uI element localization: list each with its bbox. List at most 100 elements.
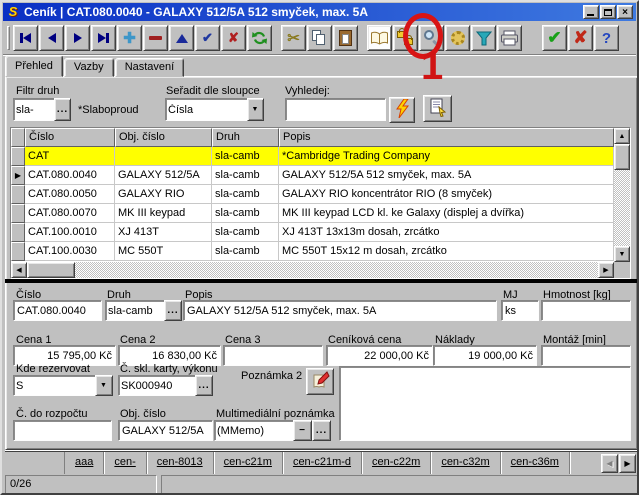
grid-cell[interactable]: MK III keypad LCD kl. ke Galaxy (displej… [279,204,614,223]
horizontal-scroll-thumb[interactable] [27,262,75,278]
edit-record-button[interactable] [169,25,194,51]
confirm-button[interactable]: ✔ [542,25,567,51]
sheet-tab-cen-8013[interactable]: cen-8013 [147,452,214,474]
delete-record-button[interactable] [143,25,168,51]
search-input[interactable] [285,98,386,121]
filtr-druh-ellipsis-button[interactable]: ... [54,98,71,121]
druh-ellipsis-button[interactable]: ... [164,300,182,321]
grid-cell[interactable]: CAT [25,147,115,166]
grid-cell[interactable]: sla-camb [212,166,279,185]
grid-cell[interactable]: GALAXY 512/5A [115,166,212,185]
search-options-button[interactable] [423,95,452,122]
grid-cell[interactable]: sla-camb [212,147,279,166]
grid-cell[interactable]: sla-camb [212,185,279,204]
grid-cell[interactable]: GALAXY 512/5A 512 smyček, max. 5A [279,166,614,185]
sheet-scroll-left-button[interactable]: ◀ [601,454,618,473]
sort-field[interactable] [165,98,247,121]
druh-field[interactable] [105,300,164,321]
grid-cell[interactable]: XJ 413T 13x13m dosah, zrcátko [279,223,614,242]
cena3-field[interactable] [223,345,323,366]
grid-cell[interactable]: sla-camb [212,223,279,242]
filter-button[interactable] [471,25,496,51]
row-selector[interactable] [11,204,25,223]
last-record-button[interactable] [91,25,116,51]
montaz-field[interactable] [541,345,631,366]
grid-cell[interactable]: CAT.100.0030 [25,242,115,261]
hmotnost-field[interactable] [541,300,631,321]
splitter[interactable] [5,279,638,283]
sheet-tab-cen-c36m[interactable]: cen-c36m [501,452,570,474]
table-row[interactable]: CAT sla-camb*Cambridge Trading Company [11,147,614,166]
cancel-edit-button[interactable]: ✘ [221,25,246,51]
skl-karta-field[interactable] [118,375,195,396]
first-record-button[interactable] [13,25,38,51]
row-selector[interactable]: ▶ [11,166,25,185]
mj-field[interactable] [501,300,539,321]
skl-karta-ellipsis-button[interactable]: ... [195,375,213,396]
obj-cislo-field[interactable] [118,420,213,441]
cislo-field[interactable] [13,300,102,321]
close-window-button[interactable]: × [617,5,633,19]
kde-rezervovat-dropdown-button[interactable]: ▼ [95,375,113,396]
table-row[interactable]: ▶CAT.080.0040GALAXY 512/5Asla-cambGALAXY… [11,166,614,185]
vertical-scrollbar[interactable]: ▲ ▼ [614,128,630,262]
column-header[interactable]: Popis [279,128,614,147]
grid-cell[interactable]: MC 550T 15x12 m dosah, zrcátko [279,242,614,261]
grid-cell[interactable]: CAT.080.0070 [25,204,115,223]
naklady-field[interactable] [433,345,537,366]
insert-record-button[interactable]: ✚ [117,25,142,51]
tab-nastaveni[interactable]: Nastavení [115,58,185,77]
mmemo-minus-button[interactable]: − [293,420,312,441]
column-header[interactable]: Obj. číslo [115,128,212,147]
scroll-down-button[interactable]: ▼ [614,246,630,262]
grid-cell[interactable]: MC 550T [115,242,212,261]
sort-dropdown-button[interactable]: ▼ [247,98,264,121]
sheet-tab-cen-c32m[interactable]: cen-c32m [431,452,500,474]
row-selector[interactable] [11,223,25,242]
print-button[interactable] [497,25,522,51]
kde-rezervovat-field[interactable] [13,375,95,396]
grid-cell[interactable] [115,147,212,166]
settings-button[interactable] [445,25,470,51]
cancel-button[interactable]: ✘ [568,25,593,51]
sheet-scroll-right-button[interactable]: ▶ [619,454,636,473]
table-row[interactable]: CAT.100.0010XJ 413Tsla-cambXJ 413T 13x13… [11,223,614,242]
poznamka2-memo[interactable] [339,366,631,441]
row-selector[interactable] [11,185,25,204]
cut-button[interactable]: ✂ [281,25,306,51]
maximize-button[interactable] [600,5,616,19]
popis-field[interactable] [183,300,497,321]
tab-vazby[interactable]: Vazby [64,58,114,77]
quick-search-button[interactable] [389,97,415,123]
grid-cell[interactable]: *Cambridge Trading Company [279,147,614,166]
scroll-left-button[interactable]: ◀ [11,262,27,278]
scroll-up-button[interactable]: ▲ [614,128,630,144]
prior-record-button[interactable] [39,25,64,51]
grid-cell[interactable]: CAT.080.0040 [25,166,115,185]
horizontal-scrollbar[interactable]: ◀ ▶ [11,262,614,278]
sheet-tab-aaa[interactable]: aaa [65,452,104,474]
filtr-druh-field[interactable] [13,98,54,121]
view-book-button[interactable] [367,25,392,51]
grid-cell[interactable]: CAT.080.0050 [25,185,115,204]
help-button[interactable]: ? [594,25,619,51]
sheet-tab-cen-c22m[interactable]: cen-c22m [362,452,431,474]
refresh-button[interactable] [247,25,272,51]
grid-cell[interactable]: sla-camb [212,204,279,223]
scroll-right-button[interactable]: ▶ [598,262,614,278]
column-header[interactable]: Druh [212,128,279,147]
table-row[interactable]: CAT.080.0070MK III keypadsla-cambMK III … [11,204,614,223]
mmemo-field[interactable] [214,420,293,441]
sheet-tab-cen-c21m-d[interactable]: cen-c21m-d [283,452,362,474]
minimize-button[interactable] [583,5,599,19]
grid-cell[interactable]: sla-camb [212,242,279,261]
rozpocet-field[interactable] [13,420,112,441]
sheet-tab-cen-c21m[interactable]: cen-c21m [214,452,283,474]
table-row[interactable]: CAT.100.0030MC 550Tsla-cambMC 550T 15x12… [11,242,614,261]
sheet-tab-cen-[interactable]: cen- [104,452,146,474]
table-row[interactable]: CAT.080.0050GALAXY RIOsla-cambGALAXY RIO… [11,185,614,204]
grid-cell[interactable]: CAT.100.0010 [25,223,115,242]
row-selector[interactable] [11,147,25,166]
vertical-scroll-thumb[interactable] [614,144,630,170]
toolbar-gripper[interactable] [7,26,10,50]
